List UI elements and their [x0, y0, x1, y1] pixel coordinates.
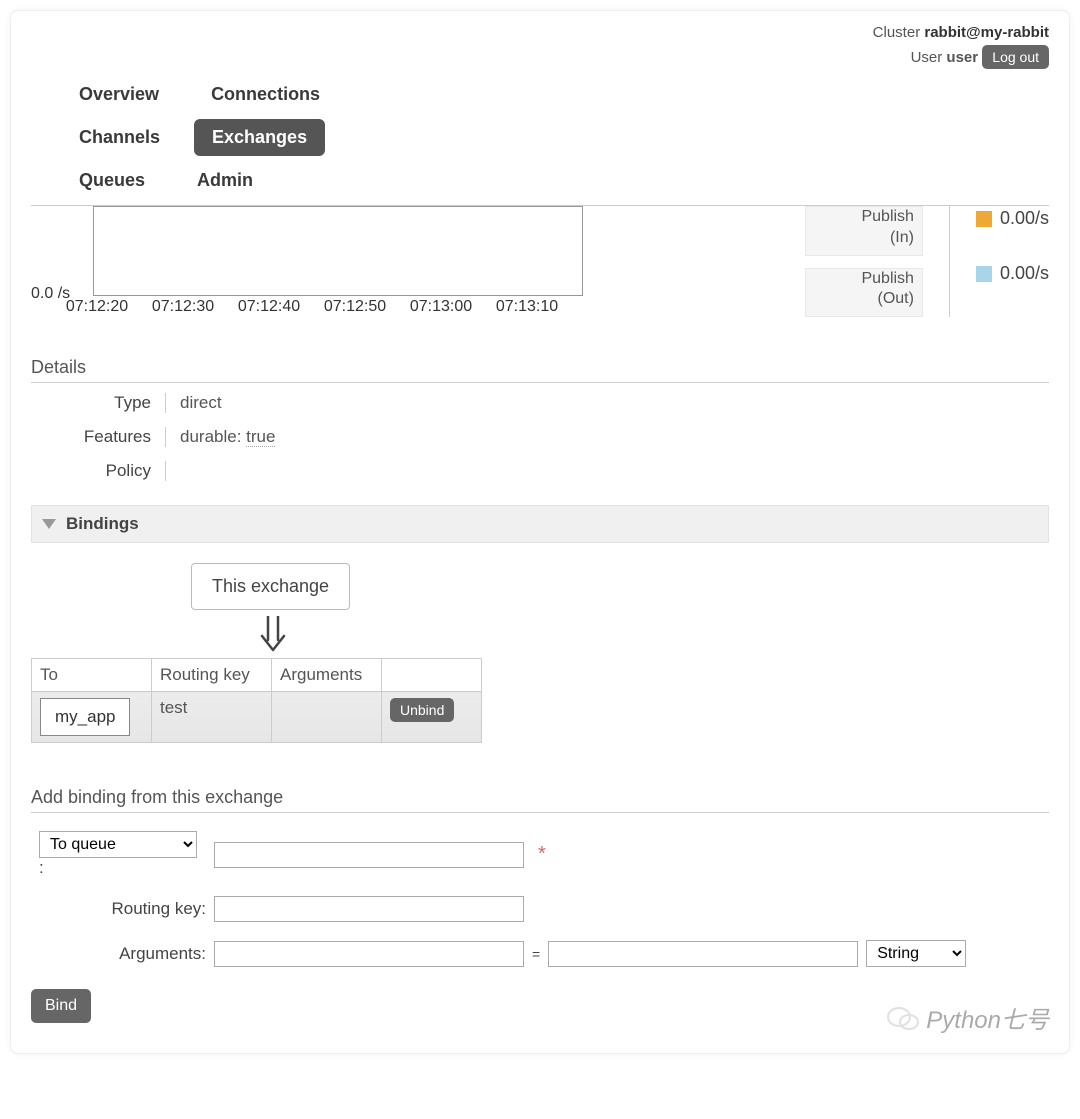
- binding-to-link[interactable]: my_app: [40, 698, 130, 736]
- argument-value-input[interactable]: [548, 941, 858, 967]
- col-routing-key: Routing key: [152, 659, 272, 692]
- bindings-table: To Routing key Arguments my_app test Unb…: [31, 658, 482, 743]
- binding-arguments: [272, 692, 382, 743]
- user-line: User user Log out: [31, 45, 1049, 70]
- this-exchange-box: This exchange: [191, 563, 350, 610]
- message-rates-chart: 0.0 /s 07:12:20 07:12:30 07:12:40 07:12:…: [31, 206, 641, 317]
- chart-y-label: 0.0 /s: [31, 285, 70, 303]
- publish-out-label: Publish (Out): [805, 268, 923, 318]
- arguments-label: Arguments:: [31, 944, 206, 964]
- arrow-down-icon: [256, 616, 1049, 652]
- details-type-value: direct: [180, 393, 1049, 413]
- details-policy-label: Policy: [31, 461, 151, 481]
- col-to: To: [32, 659, 152, 692]
- publish-in-value: 0.00/s: [976, 208, 1049, 229]
- equals-sign: =: [532, 946, 540, 962]
- chevron-down-icon: [42, 519, 56, 529]
- tab-queues[interactable]: Queues: [61, 162, 163, 199]
- argument-key-input[interactable]: [214, 941, 524, 967]
- binding-row: my_app test Unbind: [32, 692, 482, 743]
- main-tabs: Overview Connections Channels Exchanges …: [61, 76, 1049, 199]
- publish-out-value: 0.00/s: [976, 263, 1049, 284]
- tab-channels[interactable]: Channels: [61, 119, 178, 156]
- details-features-value: durable: true: [180, 427, 1049, 447]
- destination-type-select[interactable]: To queue: [39, 831, 197, 858]
- unbind-button[interactable]: Unbind: [390, 698, 454, 722]
- bind-button[interactable]: Bind: [31, 989, 91, 1023]
- argument-type-select[interactable]: String: [866, 940, 966, 967]
- routing-key-input[interactable]: [214, 896, 524, 922]
- publish-in-swatch-icon: [976, 211, 992, 227]
- wechat-icon: [886, 1004, 920, 1032]
- publish-in-label: Publish (In): [805, 206, 923, 256]
- col-arguments: Arguments: [272, 659, 382, 692]
- add-binding-heading: Add binding from this exchange: [31, 787, 1049, 813]
- publish-out-swatch-icon: [976, 266, 992, 282]
- tab-overview[interactable]: Overview: [61, 76, 177, 113]
- binding-routing-key: test: [152, 692, 272, 743]
- cluster-line: Cluster rabbit@my-rabbit: [31, 21, 1049, 45]
- destination-name-input[interactable]: [214, 842, 524, 868]
- details-features-label: Features: [31, 427, 151, 447]
- watermark: Python七号: [886, 1000, 1049, 1035]
- logout-button[interactable]: Log out: [982, 45, 1049, 69]
- required-marker: *: [538, 843, 546, 866]
- details-heading: Details: [31, 357, 1049, 383]
- tab-admin[interactable]: Admin: [179, 162, 271, 199]
- tab-connections[interactable]: Connections: [193, 76, 338, 113]
- tab-exchanges[interactable]: Exchanges: [194, 119, 325, 156]
- routing-key-label: Routing key:: [31, 899, 206, 919]
- details-type-label: Type: [31, 393, 151, 413]
- chart-x-labels: 07:12:20 07:12:30 07:12:40 07:12:50 07:1…: [56, 298, 641, 316]
- bindings-toggle[interactable]: Bindings: [31, 505, 1049, 543]
